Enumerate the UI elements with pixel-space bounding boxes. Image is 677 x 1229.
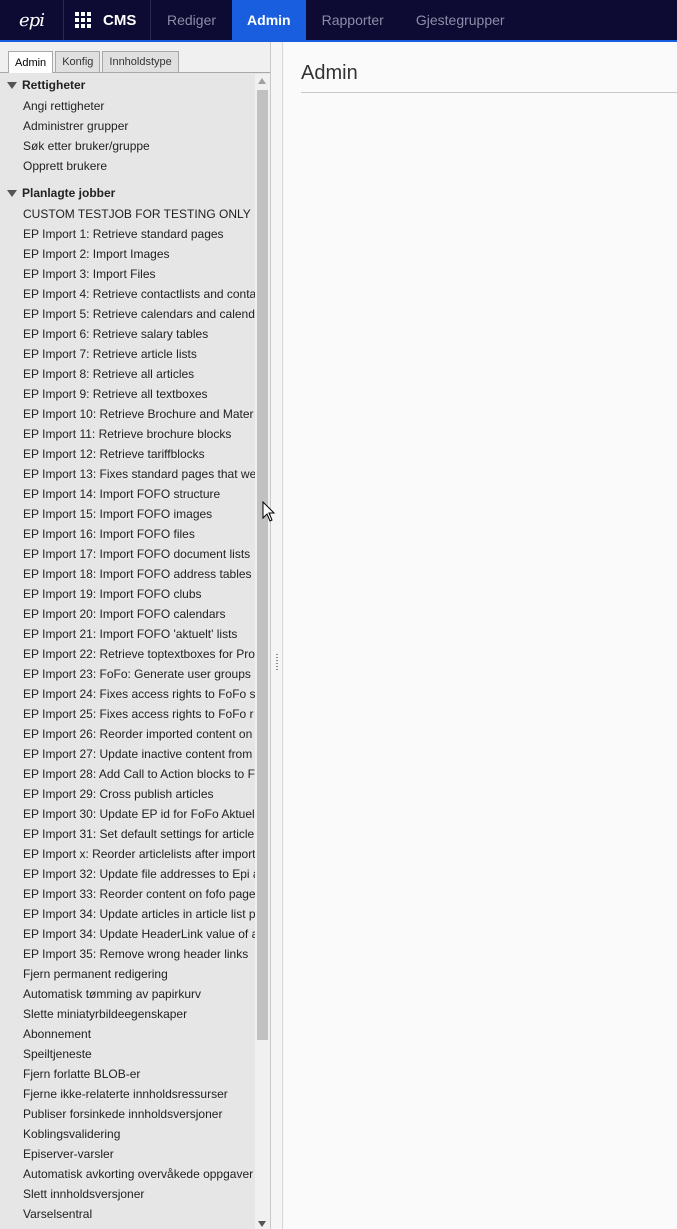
app-switcher[interactable]: CMS — [64, 0, 151, 40]
nav-item[interactable]: EP Import 28: Add Call to Action blocks … — [0, 764, 255, 784]
pane-splitter[interactable] — [271, 42, 283, 1229]
scroll-thumb[interactable] — [257, 90, 268, 1040]
nav-item[interactable]: Abonnement — [0, 1024, 255, 1044]
nav-item[interactable]: Angi rettigheter — [0, 96, 255, 116]
nav-item[interactable]: Administrer grupper — [0, 116, 255, 136]
nav-item[interactable]: EP Import 26: Reorder imported content o… — [0, 724, 255, 744]
collapse-triangle-icon[interactable] — [7, 81, 17, 89]
nav-item[interactable]: EP Import 20: Import FOFO calendars — [0, 604, 255, 624]
nav-item[interactable]: EP Import 2: Import Images — [0, 244, 255, 264]
admin-tool-list: Rettigheter Angi rettigheter Administrer g… — [0, 74, 255, 1229]
title-divider — [301, 92, 677, 93]
nav-item[interactable]: EP Import 34: Update HeaderLink value of… — [0, 924, 255, 944]
nav-item[interactable]: EP Import 9: Retrieve all textboxes — [0, 384, 255, 404]
subtab-admin[interactable]: Admin — [8, 51, 54, 73]
nav-item[interactable]: EP Import 8: Retrieve all articles — [0, 364, 255, 384]
nav-item[interactable]: EP Import 17: Import FOFO document lists — [0, 544, 255, 564]
pane-tabs: Admin Konfig Innholdstype — [0, 42, 270, 73]
nav-item[interactable]: EP Import 19: Import FOFO clubs — [0, 584, 255, 604]
nav-item[interactable]: EP Import 13: Fixes standard pages that … — [0, 464, 255, 484]
nav-item[interactable]: EP Import 15: Import FOFO images — [0, 504, 255, 524]
nav-item[interactable]: Søk etter bruker/gruppe — [0, 136, 255, 156]
nav-item[interactable]: EP Import 4: Retrieve contactlists and c… — [0, 284, 255, 304]
admin-navigation-pane: Admin Konfig Innholdstype Rettigheter Ang… — [0, 42, 271, 1229]
nav-item[interactable]: Episerver-varsler — [0, 1144, 255, 1164]
nav-item[interactable]: EP Import 31: Set default settings for a… — [0, 824, 255, 844]
nav-item[interactable]: EP Import 30: Update EP id for FoFo Aktu… — [0, 804, 255, 824]
mouse-pointer-icon — [262, 501, 276, 522]
nav-item[interactable]: CUSTOM TESTJOB FOR TESTING ONLY — [0, 204, 255, 224]
app-name: CMS — [103, 11, 137, 29]
nav-item[interactable]: Koblingsvalidering — [0, 1124, 255, 1144]
nav-item[interactable]: Automatisk tømming av papirkurv — [0, 984, 255, 1004]
nav-item[interactable]: EP Import 24: Fixes access rights to FoF… — [0, 684, 255, 704]
top-navigation-bar: epi CMS Rediger Admin Rapporter Gjestegr… — [0, 0, 677, 42]
nav-item[interactable]: EP Import 18: Import FOFO address tables — [0, 564, 255, 584]
section-title: Rettigheter — [22, 78, 86, 92]
nav-item[interactable]: EP Import 14: Import FOFO structure — [0, 484, 255, 504]
nav-item[interactable]: EP Import 34: Update articles in article… — [0, 904, 255, 924]
nav-item[interactable]: Fjerne ikke-relaterte innholdsressurser — [0, 1084, 255, 1104]
collapse-triangle-icon[interactable] — [7, 189, 17, 197]
nav-tab-rediger[interactable]: Rediger — [151, 0, 232, 40]
nav-tab-admin[interactable]: Admin — [232, 0, 306, 40]
nav-tab-gjestegrupper[interactable]: Gjestegrupper — [400, 0, 521, 40]
nav-item[interactable]: Slett innholdsversjoner — [0, 1184, 255, 1204]
nav-item[interactable]: Fjern forlatte BLOB-er — [0, 1064, 255, 1084]
nav-item[interactable]: EP Import 32: Update file addresses to E… — [0, 864, 255, 884]
section-title: Planlagte jobber — [22, 186, 116, 200]
app-grid-icon — [75, 12, 91, 28]
splitter-grip-icon[interactable] — [276, 654, 278, 672]
nav-item[interactable]: Slette miniatyrbildeegenskaper — [0, 1004, 255, 1024]
subtab-konfig[interactable]: Konfig — [55, 51, 101, 72]
nav-item[interactable]: Speiltjeneste — [0, 1044, 255, 1064]
nav-item[interactable]: EP Import 33: Reorder content on fofo pa… — [0, 884, 255, 904]
nav-item[interactable]: EP Import 1: Retrieve standard pages — [0, 224, 255, 244]
logo-text: epi — [19, 9, 45, 31]
page-title: Admin — [301, 62, 358, 84]
nav-item[interactable]: EP Import 5: Retrieve calendars and cale… — [0, 304, 255, 324]
nav-item[interactable]: EP Import 3: Import Files — [0, 264, 255, 284]
scroll-up-arrow-icon[interactable] — [258, 78, 266, 84]
nav-item[interactable]: EP Import 23: FoFo: Generate user groups — [0, 664, 255, 684]
scroll-down-arrow-icon[interactable] — [258, 1221, 266, 1227]
main-content: Admin — [284, 42, 677, 1229]
pane-scrollbar[interactable] — [255, 74, 270, 1229]
nav-item[interactable]: EP Import 27: Update inactive content fr… — [0, 744, 255, 764]
nav-item[interactable]: EP Import 7: Retrieve article lists — [0, 344, 255, 364]
nav-item[interactable]: EP Import 22: Retrieve toptextboxes for … — [0, 644, 255, 664]
nav-item[interactable]: EP Import 21: Import FOFO 'aktuelt' list… — [0, 624, 255, 644]
subtab-innholdstype[interactable]: Innholdstype — [102, 51, 179, 72]
nav-item[interactable]: EP Import 11: Retrieve brochure blocks — [0, 424, 255, 444]
nav-item[interactable]: Varselsentral — [0, 1204, 255, 1224]
nav-item[interactable]: Opprett brukere — [0, 156, 255, 176]
section-header[interactable]: Rettigheter — [0, 74, 255, 96]
nav-item[interactable]: EP Import 25: Fixes access rights to FoF… — [0, 704, 255, 724]
nav-item[interactable]: EP Import 35: Remove wrong header links — [0, 944, 255, 964]
section-header[interactable]: Planlagte jobber — [0, 182, 255, 204]
nav-item[interactable]: EP Import 16: Import FOFO files — [0, 524, 255, 544]
nav-item[interactable]: Automatisk avkorting overvåkede oppgaver — [0, 1164, 255, 1184]
nav-item[interactable]: EP Import 29: Cross publish articles — [0, 784, 255, 804]
nav-item[interactable]: EP Import 10: Retrieve Brochure and Mate… — [0, 404, 255, 424]
nav-tab-rapporter[interactable]: Rapporter — [306, 0, 400, 40]
episerver-logo[interactable]: epi — [0, 0, 64, 40]
nav-item[interactable]: EP Import 6: Retrieve salary tables — [0, 324, 255, 344]
nav-item[interactable]: EP Import 12: Retrieve tariffblocks — [0, 444, 255, 464]
nav-item[interactable]: Publiser forsinkede innholdsversjoner — [0, 1104, 255, 1124]
nav-item[interactable]: Fjern permanent redigering — [0, 964, 255, 984]
nav-item[interactable]: EP Import x: Reorder articlelists after … — [0, 844, 255, 864]
